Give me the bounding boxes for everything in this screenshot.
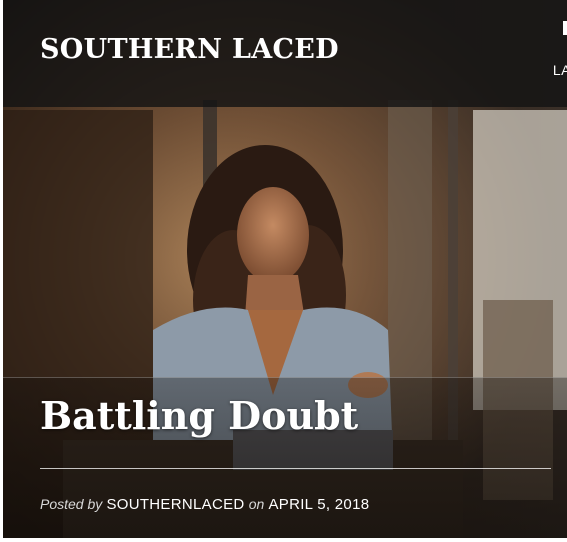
title-divider xyxy=(40,468,551,469)
post-title: Battling Doubt xyxy=(40,393,359,438)
author-link[interactable]: SOUTHERNLACED xyxy=(106,496,244,513)
site-title[interactable]: SOUTHERN LACED xyxy=(40,34,339,65)
post-date-link[interactable]: APRIL 5, 2018 xyxy=(268,496,369,513)
post-meta: Posted by SOUTHERNLACED on APRIL 5, 2018 xyxy=(40,496,369,513)
on-label: on xyxy=(248,496,265,512)
hero-frame: SOUTHERN LACED LA Battling Doubt Posted … xyxy=(3,0,567,538)
posted-by-label: Posted by xyxy=(40,496,103,512)
nav-item-partial-label[interactable]: LA xyxy=(553,62,567,78)
nav-item-partial[interactable] xyxy=(563,21,567,35)
panel-top-border xyxy=(3,377,567,378)
